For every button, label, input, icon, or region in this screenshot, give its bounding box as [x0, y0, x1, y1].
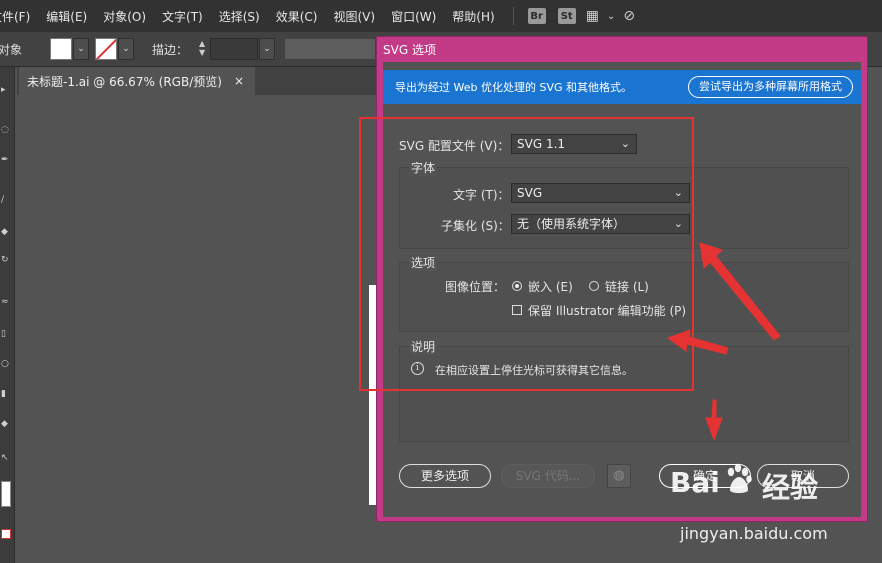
variable-width-profile[interactable]: [285, 39, 376, 59]
menu-file[interactable]: 文件(F): [0, 8, 30, 25]
annotation-rectangle: [359, 117, 694, 391]
eyedropper-tool-icon[interactable]: ◆: [1, 419, 11, 429]
document-tab-bar: 未标题-1.ai @ 66.67% (RGB/预览) ×: [17, 67, 377, 95]
menu-view[interactable]: 视图(V): [333, 8, 375, 25]
workspace-layout-icon[interactable]: ▦: [586, 8, 599, 24]
rotate-tool-icon[interactable]: ↻: [1, 255, 11, 265]
baidu-watermark: Bai 经验 jingyan.baidu.com: [670, 463, 876, 556]
svg-code-button[interactable]: SVG 代码...: [501, 464, 595, 488]
more-options-button[interactable]: 更多选项: [399, 464, 491, 488]
warp-tool-icon[interactable]: ≈: [1, 297, 11, 307]
stroke-dropdown[interactable]: ⌄: [118, 38, 134, 60]
document-tab-title: 未标题-1.ai @ 66.67% (RGB/预览): [27, 74, 222, 89]
hand-tool-icon[interactable]: ↖: [1, 453, 11, 463]
stroke-color-icon[interactable]: [1, 529, 11, 539]
stock-icon[interactable]: St: [557, 8, 576, 24]
menu-object[interactable]: 对象(O): [103, 8, 146, 25]
menu-type[interactable]: 文字(T): [162, 8, 203, 25]
watermark-logo-left: Bai: [670, 466, 720, 499]
menu-select[interactable]: 选择(S): [219, 8, 260, 25]
menu-window[interactable]: 窗口(W): [391, 8, 436, 25]
lasso-tool-icon[interactable]: ◌: [1, 125, 11, 135]
graph-tool-icon[interactable]: ▯: [1, 329, 11, 339]
stroke-weight-dropdown[interactable]: ⌄: [259, 38, 276, 60]
try-export-for-screens-button[interactable]: 尝试导出为多种屏幕所用格式: [688, 76, 853, 98]
fill-color-icon[interactable]: [1, 481, 11, 507]
gpu-performance-icon[interactable]: ⊘: [623, 8, 635, 24]
stroke-weight-input[interactable]: [210, 38, 259, 60]
pen-tool-icon[interactable]: ✒: [1, 155, 11, 165]
menu-effect[interactable]: 效果(C): [276, 8, 318, 25]
menu-help[interactable]: 帮助(H): [452, 8, 494, 25]
bar-graph-tool-icon[interactable]: ▮: [1, 389, 11, 399]
chevron-down-icon[interactable]: ⌄: [607, 11, 615, 22]
watermark-url: jingyan.baidu.com: [680, 524, 828, 543]
bridge-icon[interactable]: Br: [527, 8, 546, 24]
export-banner: 导出为经过 Web 优化处理的 SVG 和其他格式。 尝试导出为多种屏幕所用格式: [383, 70, 861, 104]
shape-builder-tool-icon[interactable]: ○: [1, 359, 11, 369]
globe-icon[interactable]: ◍: [607, 464, 631, 488]
canvas-area[interactable]: [17, 95, 379, 563]
document-tab[interactable]: 未标题-1.ai @ 66.67% (RGB/预览) ×: [19, 67, 255, 95]
watermark-logo-right: 经验: [762, 471, 819, 504]
menu-edit[interactable]: 编辑(E): [46, 8, 87, 25]
menu-separator: [512, 7, 514, 25]
stroke-swatch[interactable]: [95, 38, 117, 60]
object-label: 对象: [0, 42, 23, 57]
fill-swatch[interactable]: [50, 38, 72, 60]
stroke-spinner-icon[interactable]: ▲ ▼: [196, 39, 208, 59]
paw-icon: [727, 463, 752, 493]
fill-dropdown[interactable]: ⌄: [73, 38, 89, 60]
banner-text: 导出为经过 Web 优化处理的 SVG 和其他格式。: [395, 81, 632, 94]
tools-panel: ▸ ◌ ✒ ∕ ◆ ↻ ≈ ▯ ○ ▮ ◆ ↖: [0, 67, 15, 563]
direct-select-tool-icon[interactable]: ▸: [1, 85, 11, 95]
stroke-label: 描边：: [152, 42, 189, 57]
brush-tool-icon[interactable]: ∕: [1, 195, 11, 205]
menu-bar: 文件(F) 编辑(E) 对象(O) 文字(T) 选择(S) 效果(C) 视图(V…: [0, 0, 882, 32]
close-icon[interactable]: ×: [234, 74, 244, 88]
dialog-title: SVG 选项: [383, 43, 436, 57]
eraser-tool-icon[interactable]: ◆: [1, 227, 11, 237]
